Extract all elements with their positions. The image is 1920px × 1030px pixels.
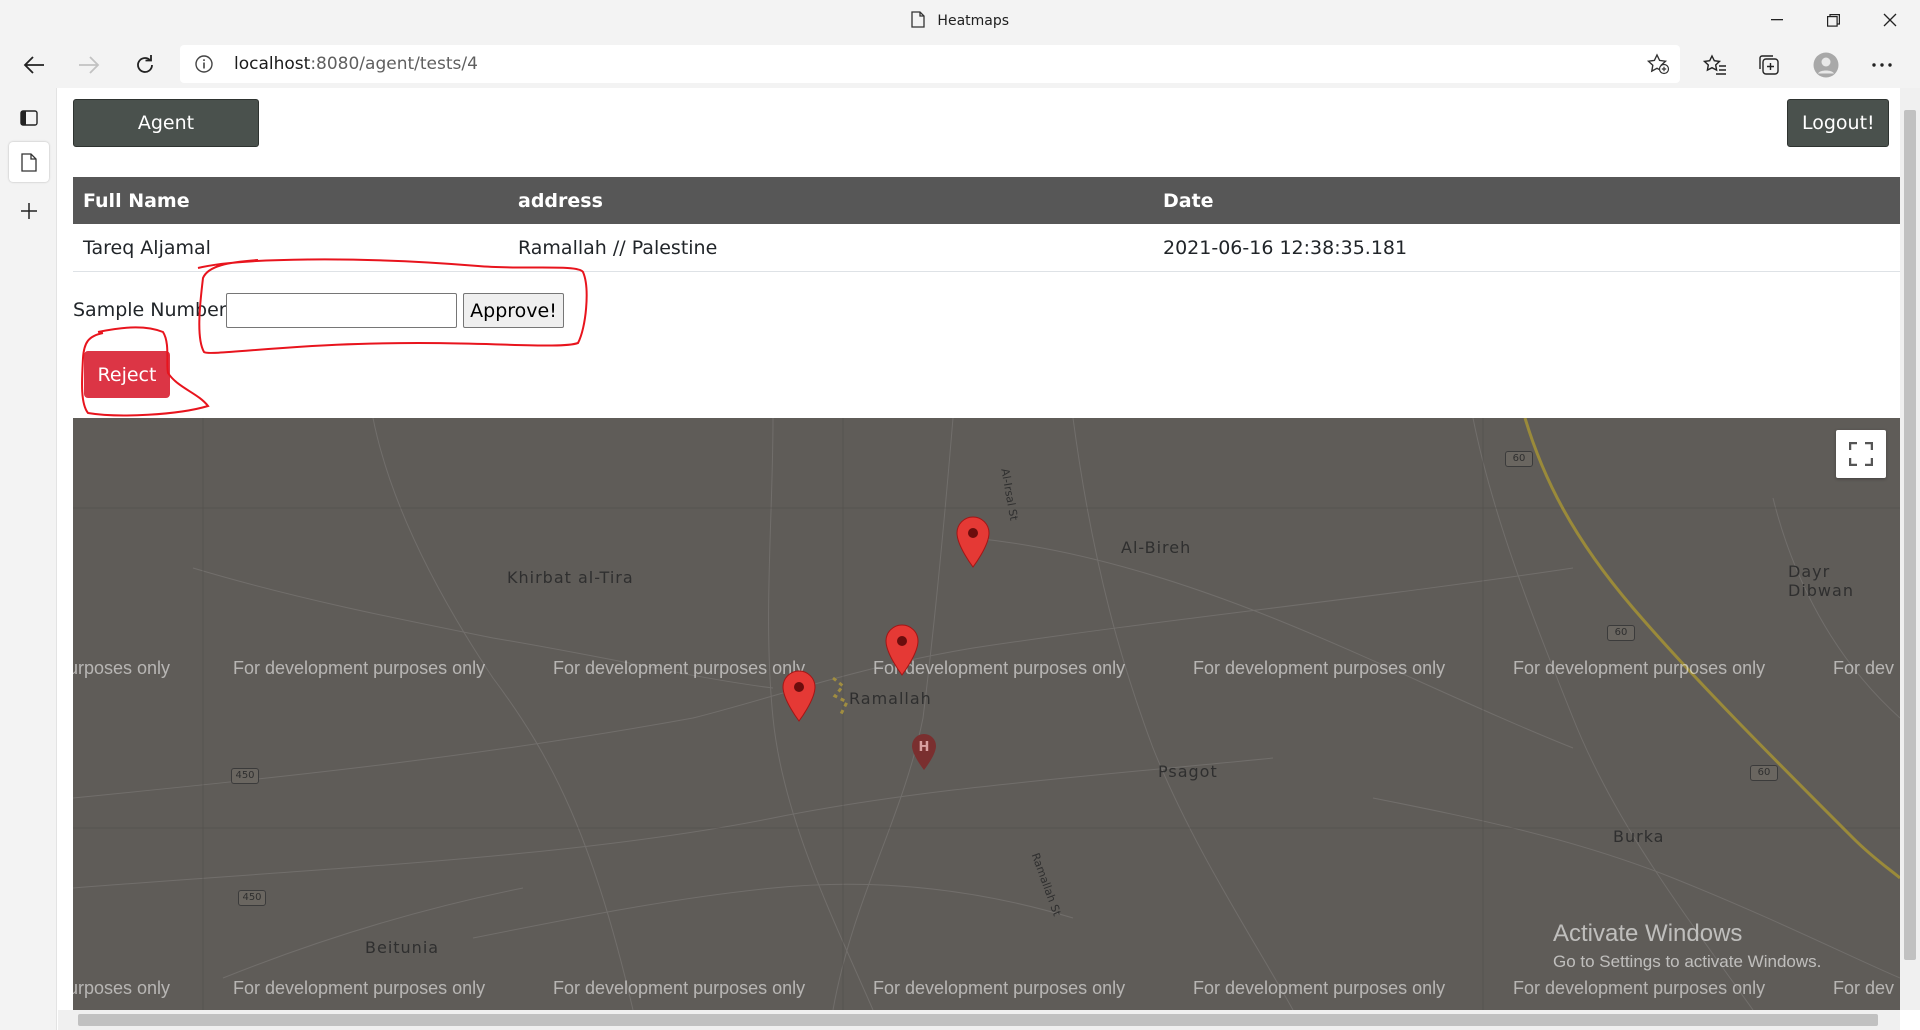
activate-subtitle: Go to Settings to activate Windows. bbox=[1553, 952, 1822, 971]
place-label: Burka bbox=[1613, 827, 1665, 846]
address-bar[interactable]: localhost:8080/agent/tests/4 bbox=[180, 45, 1680, 83]
place-label: Ramallah bbox=[849, 689, 932, 708]
add-favorite-icon[interactable] bbox=[1646, 53, 1670, 75]
dev-watermark: For development purposes only bbox=[1193, 978, 1446, 998]
location-pin-icon[interactable] bbox=[885, 624, 919, 676]
more-icon bbox=[1872, 63, 1892, 67]
cell-full-name: Tareq Aljamal bbox=[83, 236, 211, 259]
hospital-icon: H bbox=[912, 734, 936, 770]
route-shield: 450 bbox=[238, 890, 266, 906]
sample-number-label: Sample Number: bbox=[73, 299, 233, 321]
place-label: Beitunia bbox=[365, 938, 440, 957]
svg-text:H: H bbox=[919, 740, 930, 755]
document-icon bbox=[911, 11, 925, 28]
close-icon bbox=[1883, 13, 1897, 27]
place-label: Dayr Dibwan bbox=[1788, 562, 1854, 600]
info-icon bbox=[195, 55, 213, 73]
dev-watermark: For development purposes only bbox=[873, 978, 1126, 998]
location-pin-icon[interactable] bbox=[956, 516, 990, 568]
dev-watermark: For development purposes only bbox=[1513, 978, 1766, 998]
approve-button[interactable]: Approve! bbox=[463, 293, 564, 328]
agent-dashboard-button[interactable]: Agent Dashboard bbox=[73, 99, 259, 180]
route-shield: 450 bbox=[231, 768, 259, 784]
column-header-full-name: Full Name bbox=[83, 189, 190, 212]
refresh-button[interactable] bbox=[125, 46, 165, 84]
table-row: Tareq Aljamal Ramallah // Palestine 2021… bbox=[73, 224, 1900, 272]
place-label: Psagot bbox=[1158, 762, 1218, 781]
page-content: Agent Dashboard Logout! Full Name addres… bbox=[58, 88, 1900, 1010]
horizontal-scrollbar[interactable] bbox=[58, 1010, 1900, 1030]
scrollbar-thumb[interactable] bbox=[1904, 110, 1916, 960]
test-info-table: Full Name address Date Tareq Aljamal Ram… bbox=[73, 177, 1900, 272]
url-path: :8080/agent/tests/4 bbox=[310, 54, 478, 74]
fullscreen-icon bbox=[1849, 442, 1873, 466]
restore-icon bbox=[1826, 13, 1840, 27]
avatar-icon bbox=[1813, 52, 1839, 78]
logout-button[interactable]: Logout! bbox=[1787, 99, 1889, 147]
dev-watermark: For development purposes only bbox=[553, 658, 806, 678]
favorites-icon bbox=[1703, 54, 1726, 75]
arrow-right-icon bbox=[79, 56, 100, 74]
collections-icon bbox=[1759, 55, 1779, 75]
tab-actions-button[interactable] bbox=[9, 98, 49, 138]
dev-watermark: For development purposes only bbox=[553, 978, 806, 998]
dev-watermark: For dev bbox=[1833, 978, 1895, 998]
url-host: localhost bbox=[234, 54, 311, 74]
minimize-button[interactable] bbox=[1749, 0, 1805, 40]
url-text[interactable]: localhost:8080/agent/tests/4 bbox=[234, 54, 478, 74]
window-title: Heatmaps bbox=[0, 11, 1920, 29]
refresh-icon bbox=[137, 55, 153, 73]
browser-toolbar: localhost:8080/agent/tests/4 bbox=[0, 42, 1920, 88]
arrow-left-icon bbox=[23, 56, 44, 74]
document-icon bbox=[21, 152, 37, 172]
column-header-date: Date bbox=[1163, 189, 1214, 212]
plus-icon bbox=[21, 203, 37, 219]
vertical-scrollbar[interactable] bbox=[1900, 88, 1920, 1010]
cell-date: 2021-06-16 12:38:35.181 bbox=[1163, 236, 1408, 259]
windows-activation-watermark: Activate Windows Go to Settings to activ… bbox=[1553, 920, 1821, 972]
dev-watermark: For development purposes only bbox=[233, 658, 486, 678]
dev-watermark: For development purposes only bbox=[1193, 658, 1446, 678]
cell-address: Ramallah // Palestine bbox=[518, 236, 718, 259]
forward-button[interactable] bbox=[69, 46, 109, 84]
back-button[interactable] bbox=[14, 46, 54, 84]
window-title-text: Heatmaps bbox=[937, 13, 1010, 29]
route-shield: 60 bbox=[1607, 625, 1635, 641]
more-menu-button[interactable] bbox=[1862, 46, 1902, 84]
minimize-icon bbox=[1771, 19, 1783, 21]
dev-watermark: urposes only bbox=[73, 658, 171, 678]
restore-button[interactable] bbox=[1805, 0, 1861, 40]
vertical-tabs-sidebar bbox=[0, 88, 57, 1030]
map-fullscreen-button[interactable] bbox=[1836, 430, 1886, 478]
tab-actions-icon bbox=[20, 110, 38, 126]
dev-watermark: For development purposes only bbox=[233, 978, 486, 998]
profile-button[interactable] bbox=[1806, 46, 1846, 84]
close-window-button[interactable] bbox=[1862, 0, 1918, 40]
location-pin-icon[interactable] bbox=[782, 670, 816, 722]
dev-watermark: urposes only bbox=[73, 978, 171, 998]
favorites-button[interactable] bbox=[1695, 46, 1735, 84]
place-label: Al-Bireh bbox=[1121, 538, 1192, 557]
window-titlebar: Heatmaps bbox=[0, 0, 1920, 42]
sample-number-input[interactable] bbox=[226, 293, 457, 328]
scrollbar-thumb[interactable] bbox=[78, 1014, 1878, 1026]
place-label: Khirbat al-Tira bbox=[507, 568, 634, 587]
tab-heatmaps[interactable] bbox=[9, 142, 49, 182]
reject-button[interactable]: Reject bbox=[84, 351, 170, 398]
route-shield: 60 bbox=[1505, 451, 1533, 467]
dev-watermark: For dev bbox=[1833, 658, 1895, 678]
collections-button[interactable] bbox=[1750, 46, 1790, 84]
table-header: Full Name address Date bbox=[73, 177, 1900, 224]
dev-watermark: For development purposes only bbox=[1513, 658, 1766, 678]
route-shield: 60 bbox=[1750, 765, 1778, 781]
column-header-address: address bbox=[518, 189, 603, 212]
activate-title: Activate Windows bbox=[1553, 920, 1743, 947]
new-tab-button[interactable] bbox=[9, 191, 49, 231]
